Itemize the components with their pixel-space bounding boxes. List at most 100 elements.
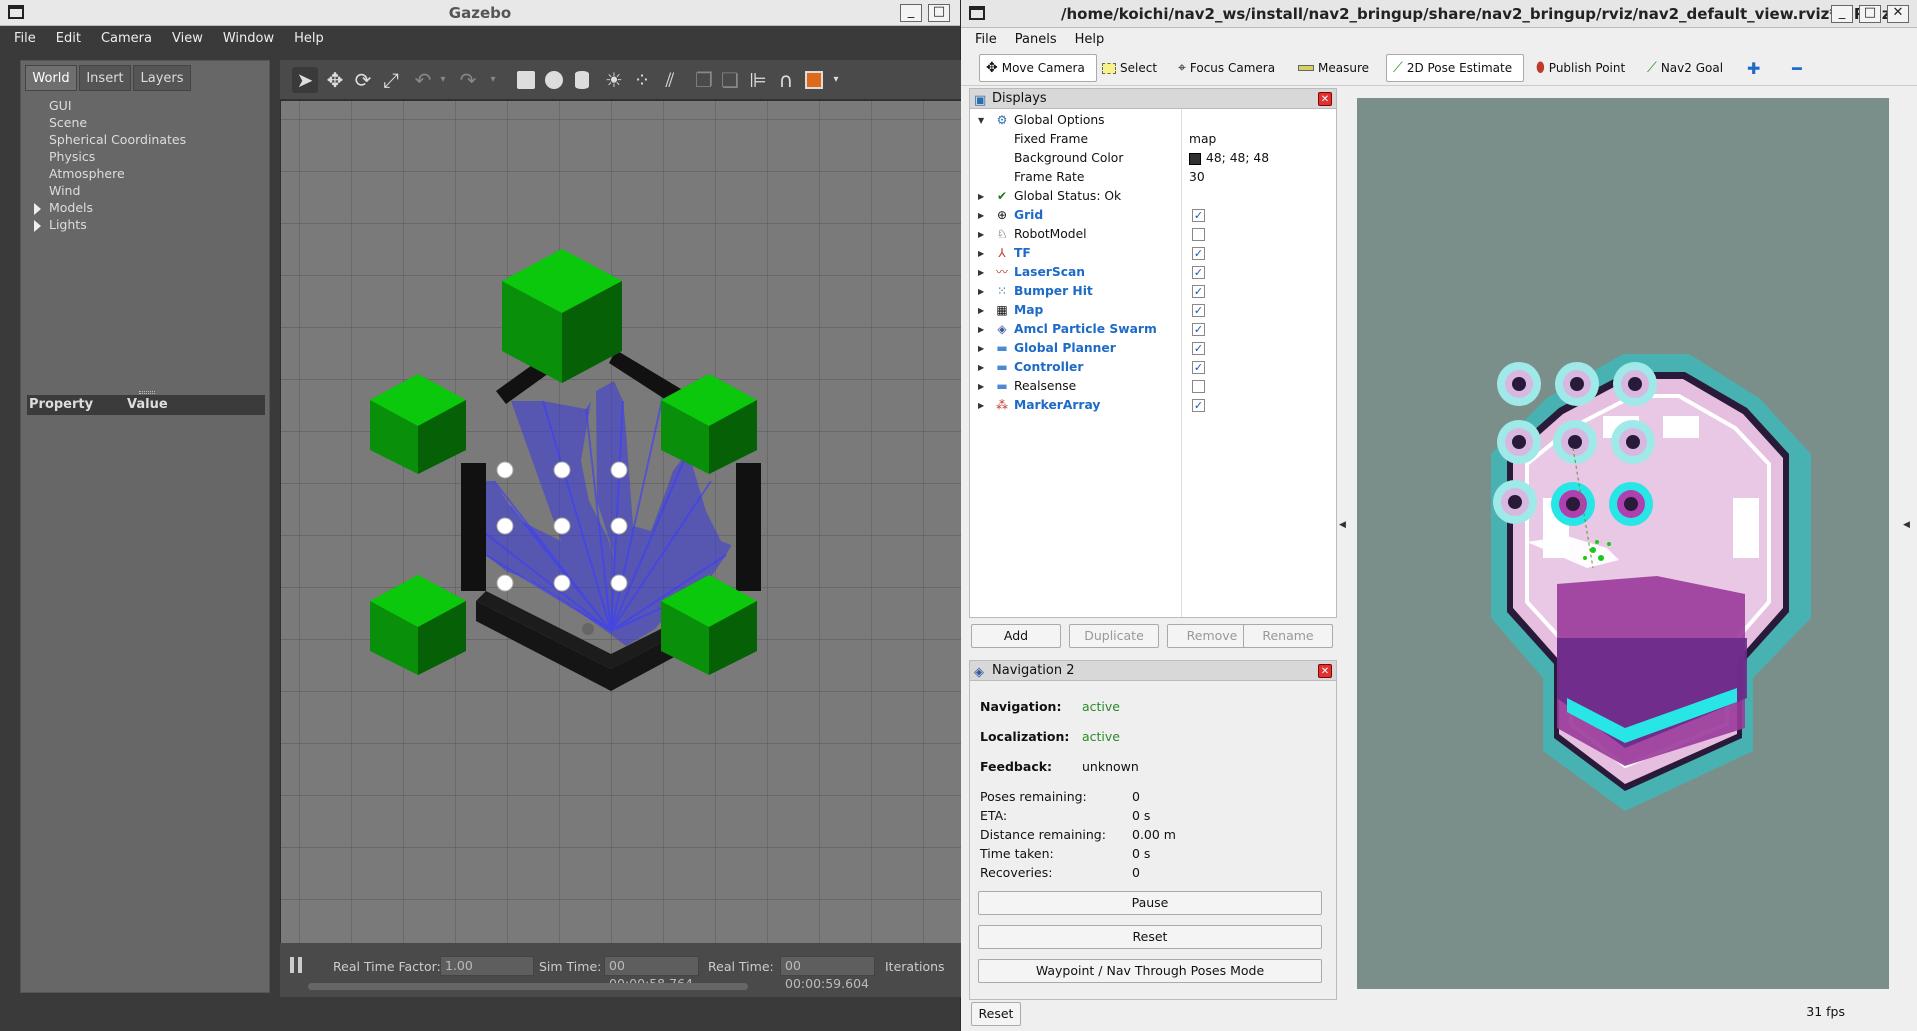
sphere-shape-icon[interactable] — [541, 67, 567, 93]
move-camera-tool[interactable]: ✥ Move Camera — [979, 54, 1097, 82]
expand-arrow-icon[interactable]: ▶ — [978, 377, 984, 396]
snap-icon[interactable]: ∩ — [773, 67, 799, 93]
menu-help[interactable]: Help — [294, 31, 324, 46]
expand-arrow-icon[interactable]: ▶ — [978, 244, 984, 263]
grid-checkbox[interactable]: ✓ — [1192, 209, 1205, 222]
window-menu-icon[interactable] — [969, 6, 985, 20]
menu-view[interactable]: View — [172, 31, 203, 46]
spot-light-icon[interactable]: ⁘ — [629, 67, 655, 93]
tree-lights[interactable]: Lights — [34, 217, 87, 232]
display-controller[interactable]: ▶ ▬ Controller ✓ — [970, 358, 1336, 377]
menu-edit[interactable]: Edit — [56, 31, 81, 46]
pause-icon[interactable] — [290, 957, 294, 973]
display-markerarray[interactable]: ▶ ⁂ MarkerArray ✓ — [970, 396, 1336, 415]
scale-mode-icon[interactable]: ⤢ — [378, 67, 404, 93]
display-robotmodel[interactable]: ▶ ♘ RobotModel — [970, 225, 1336, 244]
display-tf[interactable]: ▶ ⅄ TF ✓ — [970, 244, 1336, 263]
amcl-checkbox[interactable]: ✓ — [1192, 323, 1205, 336]
tree-spherical-coordinates[interactable]: Spherical Coordinates — [49, 132, 186, 147]
minimize-button[interactable]: _ — [900, 4, 922, 22]
display-global-options[interactable]: ▼ ⚙ Global Options — [970, 111, 1336, 130]
display-global-planner[interactable]: ▶ ▬ Global Planner ✓ — [970, 339, 1336, 358]
background-color-value[interactable]: 48; 48; 48 — [1206, 149, 1269, 168]
markerarray-checkbox[interactable]: ✓ — [1192, 399, 1205, 412]
expand-arrow-icon[interactable]: ▶ — [978, 282, 984, 301]
expand-arrow-icon[interactable]: ▶ — [978, 225, 984, 244]
rename-button[interactable]: Rename — [1243, 624, 1333, 648]
menu-file[interactable]: File — [975, 32, 997, 47]
expand-arrow-icon[interactable]: ▶ — [978, 339, 984, 358]
horizontal-scrollbar[interactable] — [308, 983, 748, 990]
gazebo-scene[interactable] — [281, 101, 961, 943]
fixed-frame-value[interactable]: map — [1189, 130, 1216, 149]
translate-mode-icon[interactable]: ✥ — [322, 67, 348, 93]
menu-help[interactable]: Help — [1075, 32, 1105, 47]
display-bumper-hit[interactable]: ▶ ⁙ Bumper Hit ✓ — [970, 282, 1336, 301]
undo-dropdown-icon[interactable]: ▾ — [430, 67, 456, 93]
rotate-mode-icon[interactable]: ⟳ — [350, 67, 376, 93]
view-dropdown-icon[interactable]: ▾ — [823, 67, 849, 93]
tree-physics[interactable]: Physics — [49, 149, 95, 164]
bumper-hit-checkbox[interactable]: ✓ — [1192, 285, 1205, 298]
tf-checkbox[interactable]: ✓ — [1192, 247, 1205, 260]
global-planner-checkbox[interactable]: ✓ — [1192, 342, 1205, 355]
frame-rate-row[interactable]: Frame Rate 30 — [970, 168, 1336, 187]
splitter-handle[interactable] — [139, 391, 155, 394]
tree-models[interactable]: Models — [34, 200, 93, 215]
select-tool[interactable]: Select — [1096, 54, 1163, 82]
right-collapse-arrow-icon[interactable]: ◀ — [1903, 520, 1910, 530]
background-color-row[interactable]: Background Color 48; 48; 48 — [970, 149, 1336, 168]
add-tool-icon[interactable]: ✚ — [1741, 54, 1766, 82]
expand-arrow-icon[interactable]: ▶ — [978, 358, 984, 377]
frame-rate-value[interactable]: 30 — [1189, 168, 1205, 187]
publish-point-tool[interactable]: ⬮ Publish Point — [1530, 54, 1631, 82]
close-button[interactable]: ✕ — [1887, 5, 1909, 23]
tree-gui[interactable]: GUI — [49, 98, 72, 113]
display-map[interactable]: ▶ ▦ Map ✓ — [970, 301, 1336, 320]
global-status-row[interactable]: ▶ ✔ Global Status: Ok — [970, 187, 1336, 206]
select-mode-icon[interactable]: ➤ — [292, 67, 318, 93]
add-button[interactable]: Add — [971, 624, 1061, 648]
measure-tool[interactable]: Measure — [1292, 54, 1375, 82]
focus-camera-tool[interactable]: ⌖ Focus Camera — [1172, 54, 1281, 82]
point-light-icon[interactable]: ☀ — [601, 67, 627, 93]
pause-button[interactable]: Pause — [978, 891, 1322, 915]
maximize-button[interactable]: □ — [1859, 5, 1881, 23]
tree-atmosphere[interactable]: Atmosphere — [49, 166, 125, 181]
fixed-frame-row[interactable]: Fixed Frame map — [970, 130, 1336, 149]
pose-estimate-tool[interactable]: ⟋ 2D Pose Estimate — [1386, 54, 1524, 82]
laserscan-checkbox[interactable]: ✓ — [1192, 266, 1205, 279]
remove-tool-icon[interactable]: ━ — [1786, 54, 1808, 82]
nav2-goal-tool[interactable]: ⟋ Nav2 Goal — [1641, 54, 1729, 82]
tab-layers[interactable]: Layers — [133, 65, 191, 91]
display-grid[interactable]: ▶ ⊕ Grid ✓ — [970, 206, 1336, 225]
cylinder-shape-icon[interactable] — [569, 67, 595, 93]
display-amcl-particle-swarm[interactable]: ▶ ◈ Amcl Particle Swarm ✓ — [970, 320, 1336, 339]
expand-arrow-icon[interactable]: ▶ — [978, 263, 984, 282]
expand-arrow-icon[interactable]: ▶ — [978, 187, 984, 206]
directional-light-icon[interactable]: ⫽ — [657, 67, 683, 93]
robotmodel-checkbox[interactable] — [1192, 228, 1205, 241]
tab-world[interactable]: World — [25, 65, 77, 91]
realsense-checkbox[interactable] — [1192, 380, 1205, 393]
expand-arrow-icon[interactable]: ▶ — [978, 320, 984, 339]
left-collapse-arrow-icon[interactable]: ◀ — [1339, 520, 1346, 530]
expand-arrow-icon[interactable]: ▶ — [978, 206, 984, 225]
expand-arrow-icon[interactable]: ▶ — [978, 301, 984, 320]
copy-icon[interactable]: ❐ — [691, 67, 717, 93]
minimize-button[interactable]: _ — [1831, 5, 1853, 23]
display-realsense[interactable]: ▶ ▬ Realsense — [970, 377, 1336, 396]
paste-icon[interactable]: ❏ — [717, 67, 743, 93]
box-shape-icon[interactable] — [513, 67, 539, 93]
tab-insert[interactable]: Insert — [79, 65, 131, 91]
nav-reset-button[interactable]: Reset — [978, 925, 1322, 949]
color-swatch[interactable] — [1189, 153, 1201, 165]
close-icon[interactable]: ✕ — [1318, 664, 1332, 678]
expand-arrow-icon[interactable]: ▶ — [978, 396, 984, 415]
close-icon[interactable]: ✕ — [1318, 92, 1332, 106]
menu-file[interactable]: File — [14, 31, 36, 46]
align-icon[interactable]: ⊫ — [745, 67, 771, 93]
map-checkbox[interactable]: ✓ — [1192, 304, 1205, 317]
tree-scene[interactable]: Scene — [49, 115, 87, 130]
menu-panels[interactable]: Panels — [1015, 32, 1057, 47]
